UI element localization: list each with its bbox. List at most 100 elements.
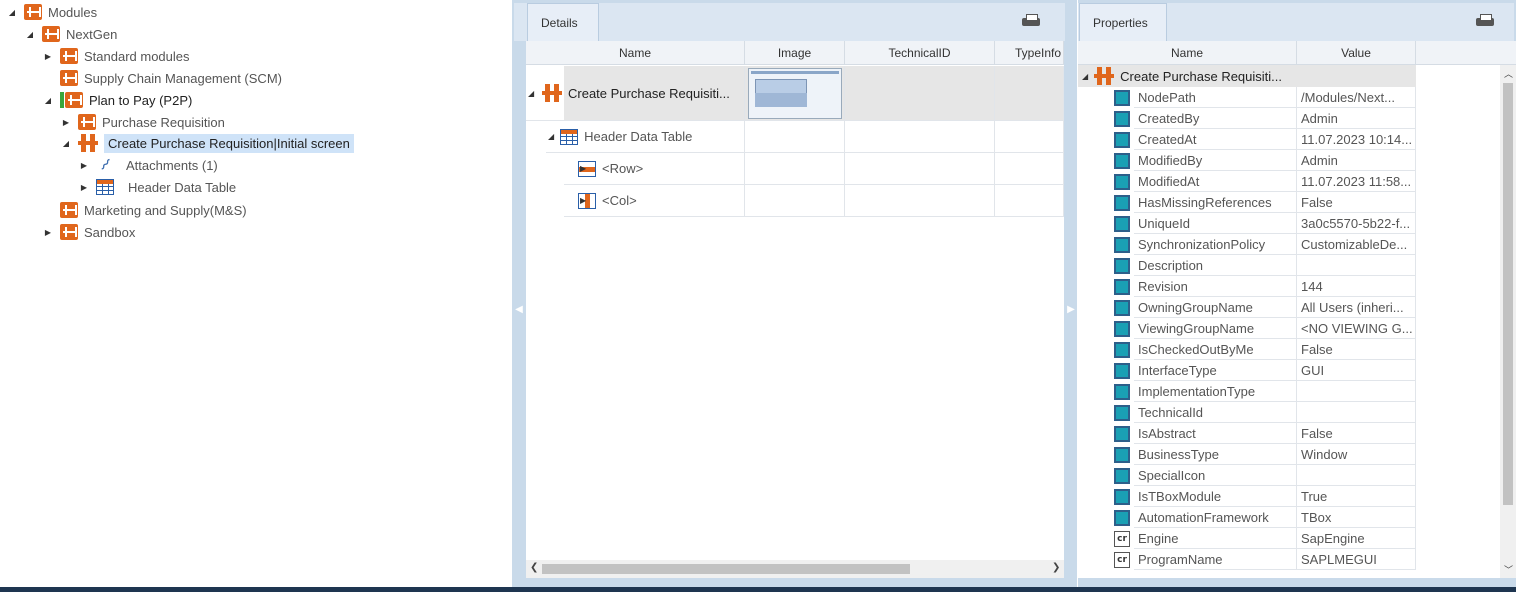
tree-item-standard-modules[interactable]: ▶ Standard modules — [42, 45, 190, 67]
property-value[interactable]: False — [1297, 339, 1416, 360]
property-value[interactable]: True — [1297, 486, 1416, 507]
details-row-row[interactable]: ▶ <Row> — [564, 153, 745, 185]
column-header-value[interactable]: Value — [1297, 41, 1416, 65]
scroll-down-icon[interactable]: ﹀ — [1504, 563, 1513, 576]
scrollbar-thumb[interactable] — [1503, 83, 1513, 505]
expand-arrow-icon[interactable]: ▶ — [78, 181, 90, 193]
property-value[interactable]: SAPLMEGUI — [1297, 549, 1416, 570]
print-icon[interactable] — [1022, 14, 1040, 28]
property-row[interactable]: OwningGroupName All Users (inheri... — [1078, 297, 1418, 318]
property-value[interactable]: False — [1297, 423, 1416, 444]
property-row[interactable]: ModifiedAt 11.07.2023 11:58... — [1078, 171, 1418, 192]
property-value[interactable]: 3a0c5570-5b22-f... — [1297, 213, 1416, 234]
column-header-image[interactable]: Image — [745, 41, 845, 65]
property-row[interactable]: TechnicalId — [1078, 402, 1418, 423]
expand-arrow-icon[interactable]: ▶ — [42, 50, 54, 62]
property-row[interactable]: CreatedBy Admin — [1078, 108, 1418, 129]
collapse-arrow-icon[interactable]: ◢ — [1082, 72, 1088, 81]
property-value[interactable]: All Users (inheri... — [1297, 297, 1416, 318]
tree-item-attachments[interactable]: ▶ ⌇ Attachments (1) — [78, 154, 218, 176]
vertical-scrollbar[interactable]: ︿ ﹀ — [1500, 65, 1516, 578]
property-value[interactable]: Admin — [1297, 150, 1416, 171]
property-row[interactable]: SpecialIcon — [1078, 465, 1418, 486]
property-row[interactable]: SynchronizationPolicy CustomizableDe... — [1078, 234, 1418, 255]
property-value[interactable]: <NO VIEWING G... — [1297, 318, 1416, 339]
property-row[interactable]: CreatedAt 11.07.2023 10:14... — [1078, 129, 1418, 150]
collapse-left-button[interactable]: ◀ — [512, 41, 526, 578]
property-row[interactable]: UniqueId 3a0c5570-5b22-f... — [1078, 213, 1418, 234]
property-row[interactable]: Revision 144 — [1078, 276, 1418, 297]
details-cell — [845, 185, 995, 217]
property-row[interactable]: IsTBoxModule True — [1078, 486, 1418, 507]
scroll-right-icon[interactable]: ❯ — [1052, 562, 1060, 573]
tree-item-p2p[interactable]: ◢ Plan to Pay (P2P) — [42, 89, 192, 111]
property-value[interactable]: 11.07.2023 11:58... — [1297, 171, 1416, 192]
property-row[interactable]: NodePath/Modules/Next... — [1078, 87, 1418, 108]
scroll-up-icon[interactable]: ︿ — [1504, 67, 1513, 80]
property-row[interactable]: Description — [1078, 255, 1418, 276]
property-row[interactable]: HasMissingReferences False — [1078, 192, 1418, 213]
details-row-header-data-table[interactable]: ◢ Header Data Table — [546, 121, 745, 153]
expand-arrow-icon[interactable]: ▶ — [60, 116, 72, 128]
tree-item-modules[interactable]: ◢ Modules — [6, 1, 97, 23]
property-value[interactable]: GUI — [1297, 360, 1416, 381]
column-header-name[interactable]: Name — [1078, 41, 1297, 65]
property-value[interactable] — [1297, 465, 1416, 486]
tree-item-nextgen[interactable]: ◢ NextGen — [24, 23, 117, 45]
column-header-technicalid[interactable]: TechnicalID — [845, 41, 995, 65]
tree-item-marketing-supply[interactable]: Marketing and Supply(M&S) — [60, 199, 247, 221]
details-row-col[interactable]: ▶ <Col> — [564, 185, 745, 217]
column-header-typeinfo[interactable]: TypeInfo — [995, 41, 1064, 65]
collapse-arrow-icon[interactable]: ◢ — [42, 94, 54, 106]
property-value[interactable]: 11.07.2023 10:14... — [1297, 129, 1416, 150]
property-row[interactable]: InterfaceType GUI — [1078, 360, 1418, 381]
expand-arrow-icon[interactable]: ▶ — [580, 196, 586, 205]
tree-item-sandbox[interactable]: ▶ Sandbox — [42, 221, 135, 243]
property-name: SynchronizationPolicy — [1134, 234, 1297, 255]
tree-item-header-data-table[interactable]: ▶ Header Data Table — [78, 176, 236, 198]
property-row[interactable]: ImplementationType — [1078, 381, 1418, 402]
expand-arrow-icon[interactable]: ▶ — [78, 159, 90, 171]
property-row[interactable]: cr ProgramName SAPLMEGUI — [1078, 549, 1418, 570]
property-row[interactable]: BusinessType Window — [1078, 444, 1418, 465]
property-row[interactable]: IsCheckedOutByMe False — [1078, 339, 1418, 360]
horizontal-scrollbar[interactable]: ❮ ❯ — [526, 560, 1064, 578]
collapse-right-button[interactable]: ▶ — [1064, 41, 1078, 578]
tree-item-scm[interactable]: Supply Chain Management (SCM) — [60, 67, 282, 89]
property-value[interactable]: CustomizableDe... — [1297, 234, 1416, 255]
collapse-arrow-icon[interactable]: ◢ — [526, 66, 564, 121]
tree-item-purchase-requisition[interactable]: ▶ Purchase Requisition — [60, 111, 225, 133]
screenshot-thumbnail[interactable] — [745, 66, 845, 121]
tab-properties[interactable]: Properties — [1079, 3, 1167, 41]
scroll-left-icon[interactable]: ❮ — [530, 562, 538, 573]
property-value[interactable]: TBox — [1297, 507, 1416, 528]
property-value[interactable] — [1297, 255, 1416, 276]
collapse-arrow-icon[interactable]: ◢ — [24, 28, 36, 40]
property-root-row[interactable]: ◢ Create Purchase Requisiti... — [1078, 65, 1416, 87]
tab-details[interactable]: Details — [527, 3, 599, 41]
property-value[interactable]: Admin — [1297, 108, 1416, 129]
details-row-name[interactable]: Create Purchase Requisiti... — [564, 66, 745, 121]
property-row[interactable]: cr Engine SapEngine — [1078, 528, 1418, 549]
expand-arrow-icon[interactable]: ▶ — [580, 164, 586, 173]
property-row[interactable]: AutomationFramework TBox — [1078, 507, 1418, 528]
expand-arrow-icon[interactable]: ▶ — [42, 226, 54, 238]
print-icon[interactable] — [1476, 14, 1494, 28]
property-value[interactable]: /Modules/Next... — [1297, 87, 1416, 108]
property-value[interactable] — [1297, 402, 1416, 423]
collapse-arrow-icon[interactable]: ◢ — [6, 6, 18, 18]
property-row[interactable]: ModifiedBy Admin — [1078, 150, 1418, 171]
module-tree[interactable]: ◢ Modules ◢ NextGen ▶ Standard modules S… — [0, 0, 512, 587]
property-row[interactable]: IsAbstract False — [1078, 423, 1418, 444]
collapse-arrow-icon[interactable]: ◢ — [548, 132, 554, 141]
property-value[interactable]: Window — [1297, 444, 1416, 465]
property-value[interactable]: SapEngine — [1297, 528, 1416, 549]
collapse-arrow-icon[interactable]: ◢ — [60, 137, 72, 149]
scrollbar-thumb[interactable] — [542, 564, 910, 574]
property-row[interactable]: ViewingGroupName <NO VIEWING G... — [1078, 318, 1418, 339]
column-header-name[interactable]: Name — [526, 41, 745, 65]
property-value[interactable]: False — [1297, 192, 1416, 213]
property-value[interactable]: 144 — [1297, 276, 1416, 297]
tree-item-create-purchase-requisition[interactable]: ◢ Create Purchase Requisition|Initial sc… — [60, 132, 354, 154]
property-value[interactable] — [1297, 381, 1416, 402]
